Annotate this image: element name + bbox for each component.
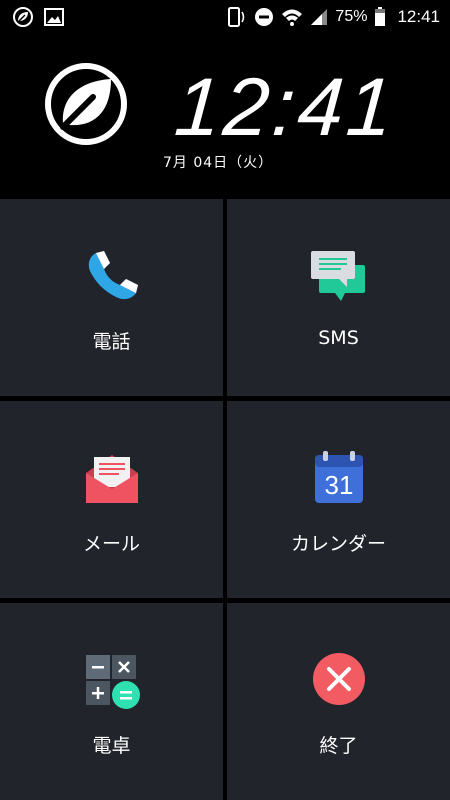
do-not-disturb-icon [255, 8, 274, 26]
mail-tile[interactable]: メール [0, 401, 223, 598]
calculator-tile[interactable]: 電卓 [0, 603, 223, 800]
sms-icon [310, 251, 365, 301]
calendar-icon: 31 [314, 451, 363, 503]
mail-icon [85, 455, 138, 503]
clock: 12:41 [171, 62, 399, 153]
sms-tile[interactable]: SMS [227, 199, 450, 396]
app-grid: 電話 SMS メール 31 カレンダー 電卓 終了 [0, 199, 450, 800]
exit-tile[interactable]: 終了 [227, 603, 450, 800]
exit-label: 終了 [319, 735, 358, 757]
sms-label: SMS [318, 327, 359, 349]
phone-label: 電話 [92, 331, 131, 353]
leaf-logo-icon [45, 63, 127, 145]
battery-icon [375, 7, 386, 26]
calculator-icon [85, 655, 140, 709]
lock-header: 12:41 7月 04日（火） [0, 34, 450, 199]
calendar-tile[interactable]: 31 カレンダー [227, 401, 450, 598]
exit-icon [312, 653, 365, 705]
image-icon [44, 8, 64, 26]
calculator-label: 電卓 [92, 735, 131, 757]
status-bar: 75% 12:41 [0, 0, 450, 34]
leaf-app-icon [13, 7, 33, 27]
mail-label: メール [82, 533, 140, 555]
date: 7月 04日（火） [163, 155, 274, 171]
battery-percent: 75% [335, 8, 368, 25]
phone-icon [88, 251, 138, 300]
svg-text:31: 31 [324, 470, 353, 500]
calendar-label: カレンダー [290, 533, 386, 555]
wifi-icon [282, 9, 303, 26]
status-bar-right: 75% 12:41 [225, 7, 440, 27]
status-time: 12:41 [397, 7, 440, 26]
phone-vibrate-icon [228, 7, 245, 27]
status-bar-left [12, 6, 64, 28]
signal-icon [311, 9, 328, 25]
phone-tile[interactable]: 電話 [0, 199, 223, 396]
